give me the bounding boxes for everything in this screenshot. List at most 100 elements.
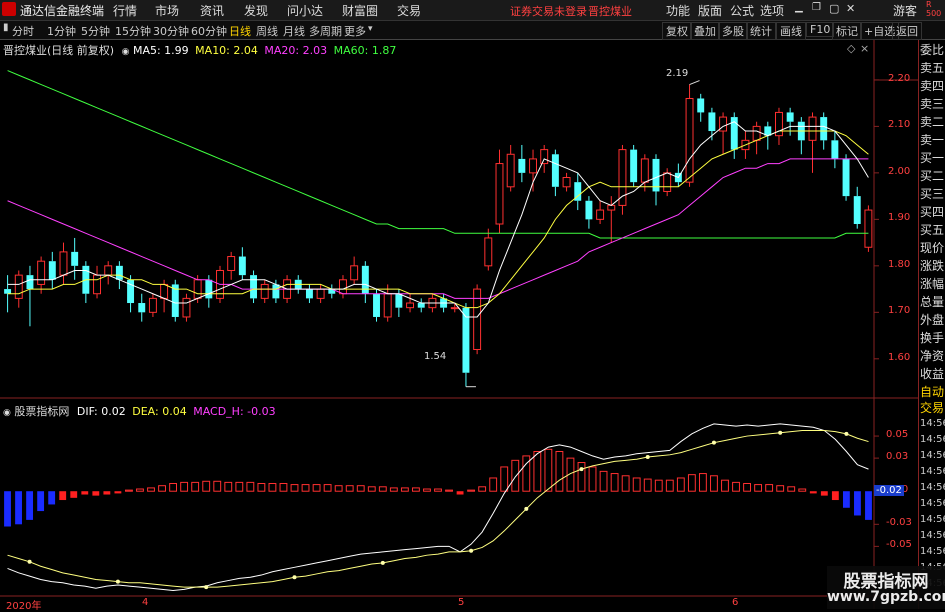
macd-bar (423, 488, 431, 492)
macd-bar (787, 486, 796, 492)
tab-60min[interactable]: 60分钟 (191, 23, 227, 39)
candle-body (182, 297, 191, 318)
candle-body (506, 153, 515, 188)
title-bar: 通达信金融终端 行情 市场 资讯 发现 问小达 财富圈 交易 证券交易未登录 晋… (0, 0, 945, 21)
candle (842, 154, 850, 201)
candle (339, 275, 347, 299)
menu-caifuquan[interactable]: 财富圈 (342, 2, 378, 19)
candle-body (272, 284, 280, 299)
menu-wenxiaoda[interactable]: 问小达 (287, 2, 323, 19)
quote-field-label: 买五 (920, 223, 945, 237)
fuquan-button[interactable]: 复权 (662, 22, 692, 40)
zoom-r-icon[interactable]: R 500 (926, 0, 941, 18)
price-tick-label: 1.60 (888, 351, 911, 363)
candle-body (551, 154, 559, 187)
sidebar-toggle-icon[interactable]: ▮ (3, 22, 9, 33)
menu-gongshi[interactable]: 公式 (730, 2, 754, 19)
candle-body (697, 98, 705, 113)
menu-gongneng[interactable]: 功能 (666, 2, 690, 19)
macd-bar (268, 482, 277, 492)
menu-zixun[interactable]: 资讯 (200, 2, 224, 19)
candle (674, 163, 682, 187)
candle-body (450, 307, 459, 310)
tab-daily[interactable]: 日线 (229, 23, 251, 39)
dif-line (7, 423, 869, 591)
f10-button[interactable]: F10 (806, 22, 835, 37)
tab-5min[interactable]: 5分钟 (81, 23, 110, 39)
biaoji-button[interactable]: 标记 (832, 22, 862, 40)
candle (462, 303, 470, 387)
candle-body (395, 293, 403, 308)
dea-dot (204, 585, 209, 590)
macd-h-label: MACD_H: -0.03 (193, 405, 276, 418)
tab-1min[interactable]: 1分钟 (47, 23, 76, 39)
candle (305, 284, 313, 304)
menu-hangqing[interactable]: 行情 (113, 2, 137, 19)
restore-icon[interactable]: ❐ (812, 2, 821, 13)
quote-field-label: 买四 (920, 205, 945, 219)
tab-weekly[interactable]: 周线 (256, 23, 278, 39)
macd-bar (544, 448, 553, 492)
macd-bar (765, 484, 774, 492)
macd-bar (809, 491, 817, 494)
candle-body (618, 149, 627, 206)
quote-field-label: 买二 (920, 169, 945, 183)
macd-bar (665, 479, 674, 492)
macd-bar (213, 480, 222, 492)
candle-body (37, 260, 46, 285)
trade-panel-label[interactable]: 自动 (920, 384, 945, 400)
candle-body (808, 116, 817, 141)
ma5-line (7, 121, 869, 318)
menu-faxian[interactable]: 发现 (244, 2, 268, 19)
tab-30min[interactable]: 30分钟 (153, 23, 189, 39)
window-icon[interactable]: ▢ (829, 2, 839, 15)
macd-indicator-name[interactable]: 股票指标网 (14, 405, 69, 418)
tab-multi[interactable]: 多周期 (309, 23, 342, 39)
back-button[interactable]: 返回 (892, 22, 922, 40)
candle (171, 279, 179, 322)
candle-body (250, 275, 258, 299)
candle-body (193, 279, 202, 299)
price-tick-label: 1.80 (888, 258, 911, 270)
macd-bar (103, 491, 111, 495)
trade-panel-label[interactable]: 交易 (920, 400, 945, 416)
low-price-label: 1.54 (424, 351, 447, 362)
trade-time: 14:56 (920, 450, 945, 461)
menu-shichang[interactable]: 市场 (155, 2, 179, 19)
trade-time: 14:56 (920, 482, 945, 493)
menu-banmian[interactable]: 版面 (698, 2, 722, 19)
more-chevron-icon[interactable]: ▾ (368, 24, 373, 34)
macd-bar (4, 491, 11, 527)
duogu-button[interactable]: 多股 (718, 22, 748, 40)
broker-status[interactable]: 证券交易未登录 (510, 3, 587, 19)
huaxian-button[interactable]: 画线 (776, 22, 806, 40)
macd-toggle-icon[interactable]: ◉ (3, 408, 11, 418)
quote-field-label: 卖五 (920, 61, 945, 75)
candle (529, 149, 537, 192)
close-icon[interactable]: ✕ (846, 2, 855, 15)
tongji-button[interactable]: 统计 (746, 22, 776, 40)
macd-bar (776, 485, 785, 492)
macd-bar (257, 482, 266, 492)
macd-bar (621, 475, 630, 492)
menu-xuanxiang[interactable]: 选项 (760, 2, 784, 19)
candle (316, 284, 325, 304)
tab-more[interactable]: 更多 (344, 23, 366, 39)
candle (473, 284, 482, 355)
candle (730, 112, 738, 159)
guest-label[interactable]: 游客 (893, 2, 917, 19)
tab-15min[interactable]: 15分钟 (115, 23, 151, 39)
macd-bar (743, 482, 751, 492)
macd-bar (599, 470, 608, 492)
menu-jiaoyi[interactable]: 交易 (397, 2, 421, 19)
high-price-label: 2.19 (666, 68, 689, 79)
tab-fenshi[interactable]: 分时 (12, 23, 34, 39)
tab-monthly[interactable]: 月线 (283, 23, 305, 39)
dea-dot (645, 455, 650, 460)
macd-tick-label: 0.03 (886, 451, 909, 463)
minimize-icon[interactable]: ▁ (795, 2, 803, 13)
watermark: 股票指标网 www.7gpzb.com (827, 566, 945, 609)
price-tick-label: 2.10 (888, 119, 911, 131)
diejia-button[interactable]: 叠加 (690, 22, 720, 40)
chart-canvas[interactable] (0, 40, 918, 609)
